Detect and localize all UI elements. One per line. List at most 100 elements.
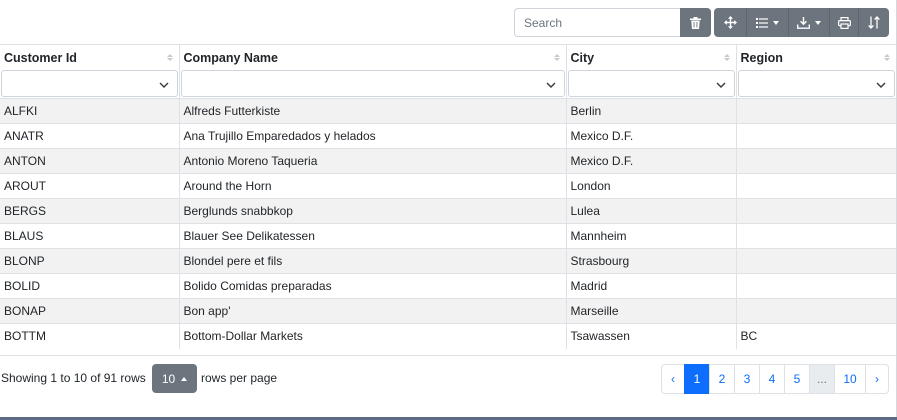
- list-columns-icon: [756, 17, 768, 28]
- cell-company-name: Antonio Moreno Taqueria: [179, 148, 567, 174]
- page-button-5[interactable]: 5: [784, 364, 810, 394]
- table-row[interactable]: BLAUS Blauer See Delikatessen Mannheim: [0, 223, 896, 249]
- cell-company-name: Bolido Comidas preparadas: [179, 273, 567, 299]
- rows-per-page-label: rows per page: [201, 371, 278, 385]
- table-row[interactable]: BERGS Berglunds snabbkop Lulea: [0, 198, 896, 224]
- table-row[interactable]: AROUT Around the Horn London: [0, 173, 896, 199]
- table-row[interactable]: BOLID Bolido Comidas preparadas Madrid: [0, 273, 896, 299]
- columns-dropdown-button[interactable]: [747, 8, 789, 37]
- table-row[interactable]: ANTON Antonio Moreno Taqueria Mexico D.F.: [0, 148, 896, 174]
- filter-select-customer-id[interactable]: [1, 70, 178, 97]
- pagination: ‹ 1 2 3 4 5 ... 10 ›: [661, 364, 889, 394]
- clear-search-button[interactable]: [680, 8, 711, 37]
- cell-city: Berlin: [566, 98, 737, 124]
- chevron-down-icon: [716, 77, 726, 91]
- sort-toggle-icon: [868, 16, 880, 29]
- previous-page-button[interactable]: ‹: [661, 364, 685, 394]
- page-size-dropdown[interactable]: 10: [152, 364, 197, 393]
- column-header-company-name[interactable]: Company Name: [179, 45, 567, 70]
- download-icon: [797, 16, 810, 29]
- chevron-up-icon: [181, 376, 188, 381]
- table-row[interactable]: BONAP Bon app' Marseille: [0, 298, 896, 324]
- filter-select-company-name[interactable]: [180, 70, 565, 97]
- cell-city: Strasbourg: [566, 248, 737, 274]
- cell-city: Madrid: [566, 273, 737, 299]
- sort-icon: [553, 54, 560, 61]
- column-header-label: Company Name: [183, 50, 278, 65]
- search-input[interactable]: [514, 8, 680, 37]
- column-header-city[interactable]: City: [566, 45, 737, 70]
- cell-company-name: Ana Trujillo Emparedados y helados: [179, 123, 567, 149]
- cell-city: Marseille: [566, 298, 737, 324]
- column-header-customer-id[interactable]: Customer Id: [0, 45, 180, 70]
- cell-region: [736, 198, 896, 224]
- page-button-3[interactable]: 3: [734, 364, 760, 394]
- cell-company-name: Around the Horn: [179, 173, 567, 199]
- cell-region: BC: [736, 323, 896, 349]
- page-button-10[interactable]: 10: [834, 364, 866, 394]
- cell-city: London: [566, 173, 737, 199]
- cell-company-name: Blondel pere et fils: [179, 248, 567, 274]
- export-dropdown-button[interactable]: [789, 8, 830, 37]
- cell-customer-id: BLAUS: [0, 223, 180, 249]
- cell-customer-id: BOLID: [0, 273, 180, 299]
- cell-customer-id: ANTON: [0, 148, 180, 174]
- filter-select-city[interactable]: [567, 70, 735, 97]
- table-row[interactable]: BOTTM Bottom-Dollar Markets Tsawassen BC: [0, 323, 896, 349]
- chevron-down-icon: [773, 20, 779, 25]
- page-button-1[interactable]: 1: [684, 364, 710, 394]
- sort-icon: [884, 54, 890, 61]
- cell-customer-id: BLONP: [0, 248, 180, 274]
- cell-region: [736, 148, 896, 174]
- print-icon: [837, 16, 851, 29]
- chevron-down-icon: [159, 77, 169, 91]
- cell-city: Mexico D.F.: [566, 148, 737, 174]
- cell-city: Mexico D.F.: [566, 123, 737, 149]
- page-button-2[interactable]: 2: [709, 364, 735, 394]
- column-header-label: City: [570, 50, 595, 65]
- cell-region: [736, 123, 896, 149]
- table-row[interactable]: ANATR Ana Trujillo Emparedados y helados M…: [0, 123, 896, 149]
- chevron-down-icon: [876, 77, 886, 91]
- next-page-button[interactable]: ›: [865, 364, 889, 394]
- cell-company-name: Blauer See Delikatessen: [179, 223, 567, 249]
- fullscreen-button[interactable]: [714, 8, 747, 37]
- trash-icon: [690, 16, 701, 29]
- cell-region: [736, 173, 896, 199]
- cell-region: [736, 273, 896, 299]
- arrows-move-icon: [723, 16, 737, 29]
- cell-customer-id: BONAP: [0, 298, 180, 324]
- page-size-value: 10: [161, 371, 176, 386]
- cell-region: [736, 98, 896, 124]
- cell-customer-id: AROUT: [0, 173, 180, 199]
- cell-company-name: Berglunds snabbkop: [179, 198, 567, 224]
- pagination-info: Showing 1 to 10 of 91 rows: [1, 371, 146, 385]
- sort-toggle-button[interactable]: [859, 8, 889, 37]
- cell-region: [736, 298, 896, 324]
- sort-icon: [166, 54, 173, 61]
- column-header-region[interactable]: Region: [736, 45, 896, 70]
- table-actions-group: [714, 8, 889, 37]
- sort-icon: [723, 54, 730, 61]
- cell-region: [736, 248, 896, 274]
- data-table: Customer Id Company Name City Region ALF…: [0, 44, 896, 356]
- cell-city: Tsawassen: [566, 323, 737, 349]
- filter-select-region[interactable]: [737, 70, 895, 97]
- table-row[interactable]: BLONP Blondel pere et fils Strasbourg: [0, 248, 896, 274]
- search-toolbar: [514, 8, 711, 37]
- cell-company-name: Bon app': [179, 298, 567, 324]
- page-button-4[interactable]: 4: [759, 364, 785, 394]
- chevron-down-icon: [815, 20, 821, 25]
- chevron-down-icon: [546, 77, 556, 91]
- pagination-ellipsis: ...: [809, 364, 835, 394]
- print-button[interactable]: [830, 8, 859, 37]
- cell-customer-id: ALFKI: [0, 98, 180, 124]
- cell-company-name: Bottom-Dollar Markets: [179, 323, 567, 349]
- cell-city: Lulea: [566, 198, 737, 224]
- cell-city: Mannheim: [566, 223, 737, 249]
- column-header-label: Customer Id: [4, 50, 77, 65]
- cell-customer-id: BERGS: [0, 198, 180, 224]
- cell-customer-id: BOTTM: [0, 323, 180, 349]
- table-row[interactable]: ALFKI Alfreds Futterkiste Berlin: [0, 98, 896, 124]
- cell-region: [736, 223, 896, 249]
